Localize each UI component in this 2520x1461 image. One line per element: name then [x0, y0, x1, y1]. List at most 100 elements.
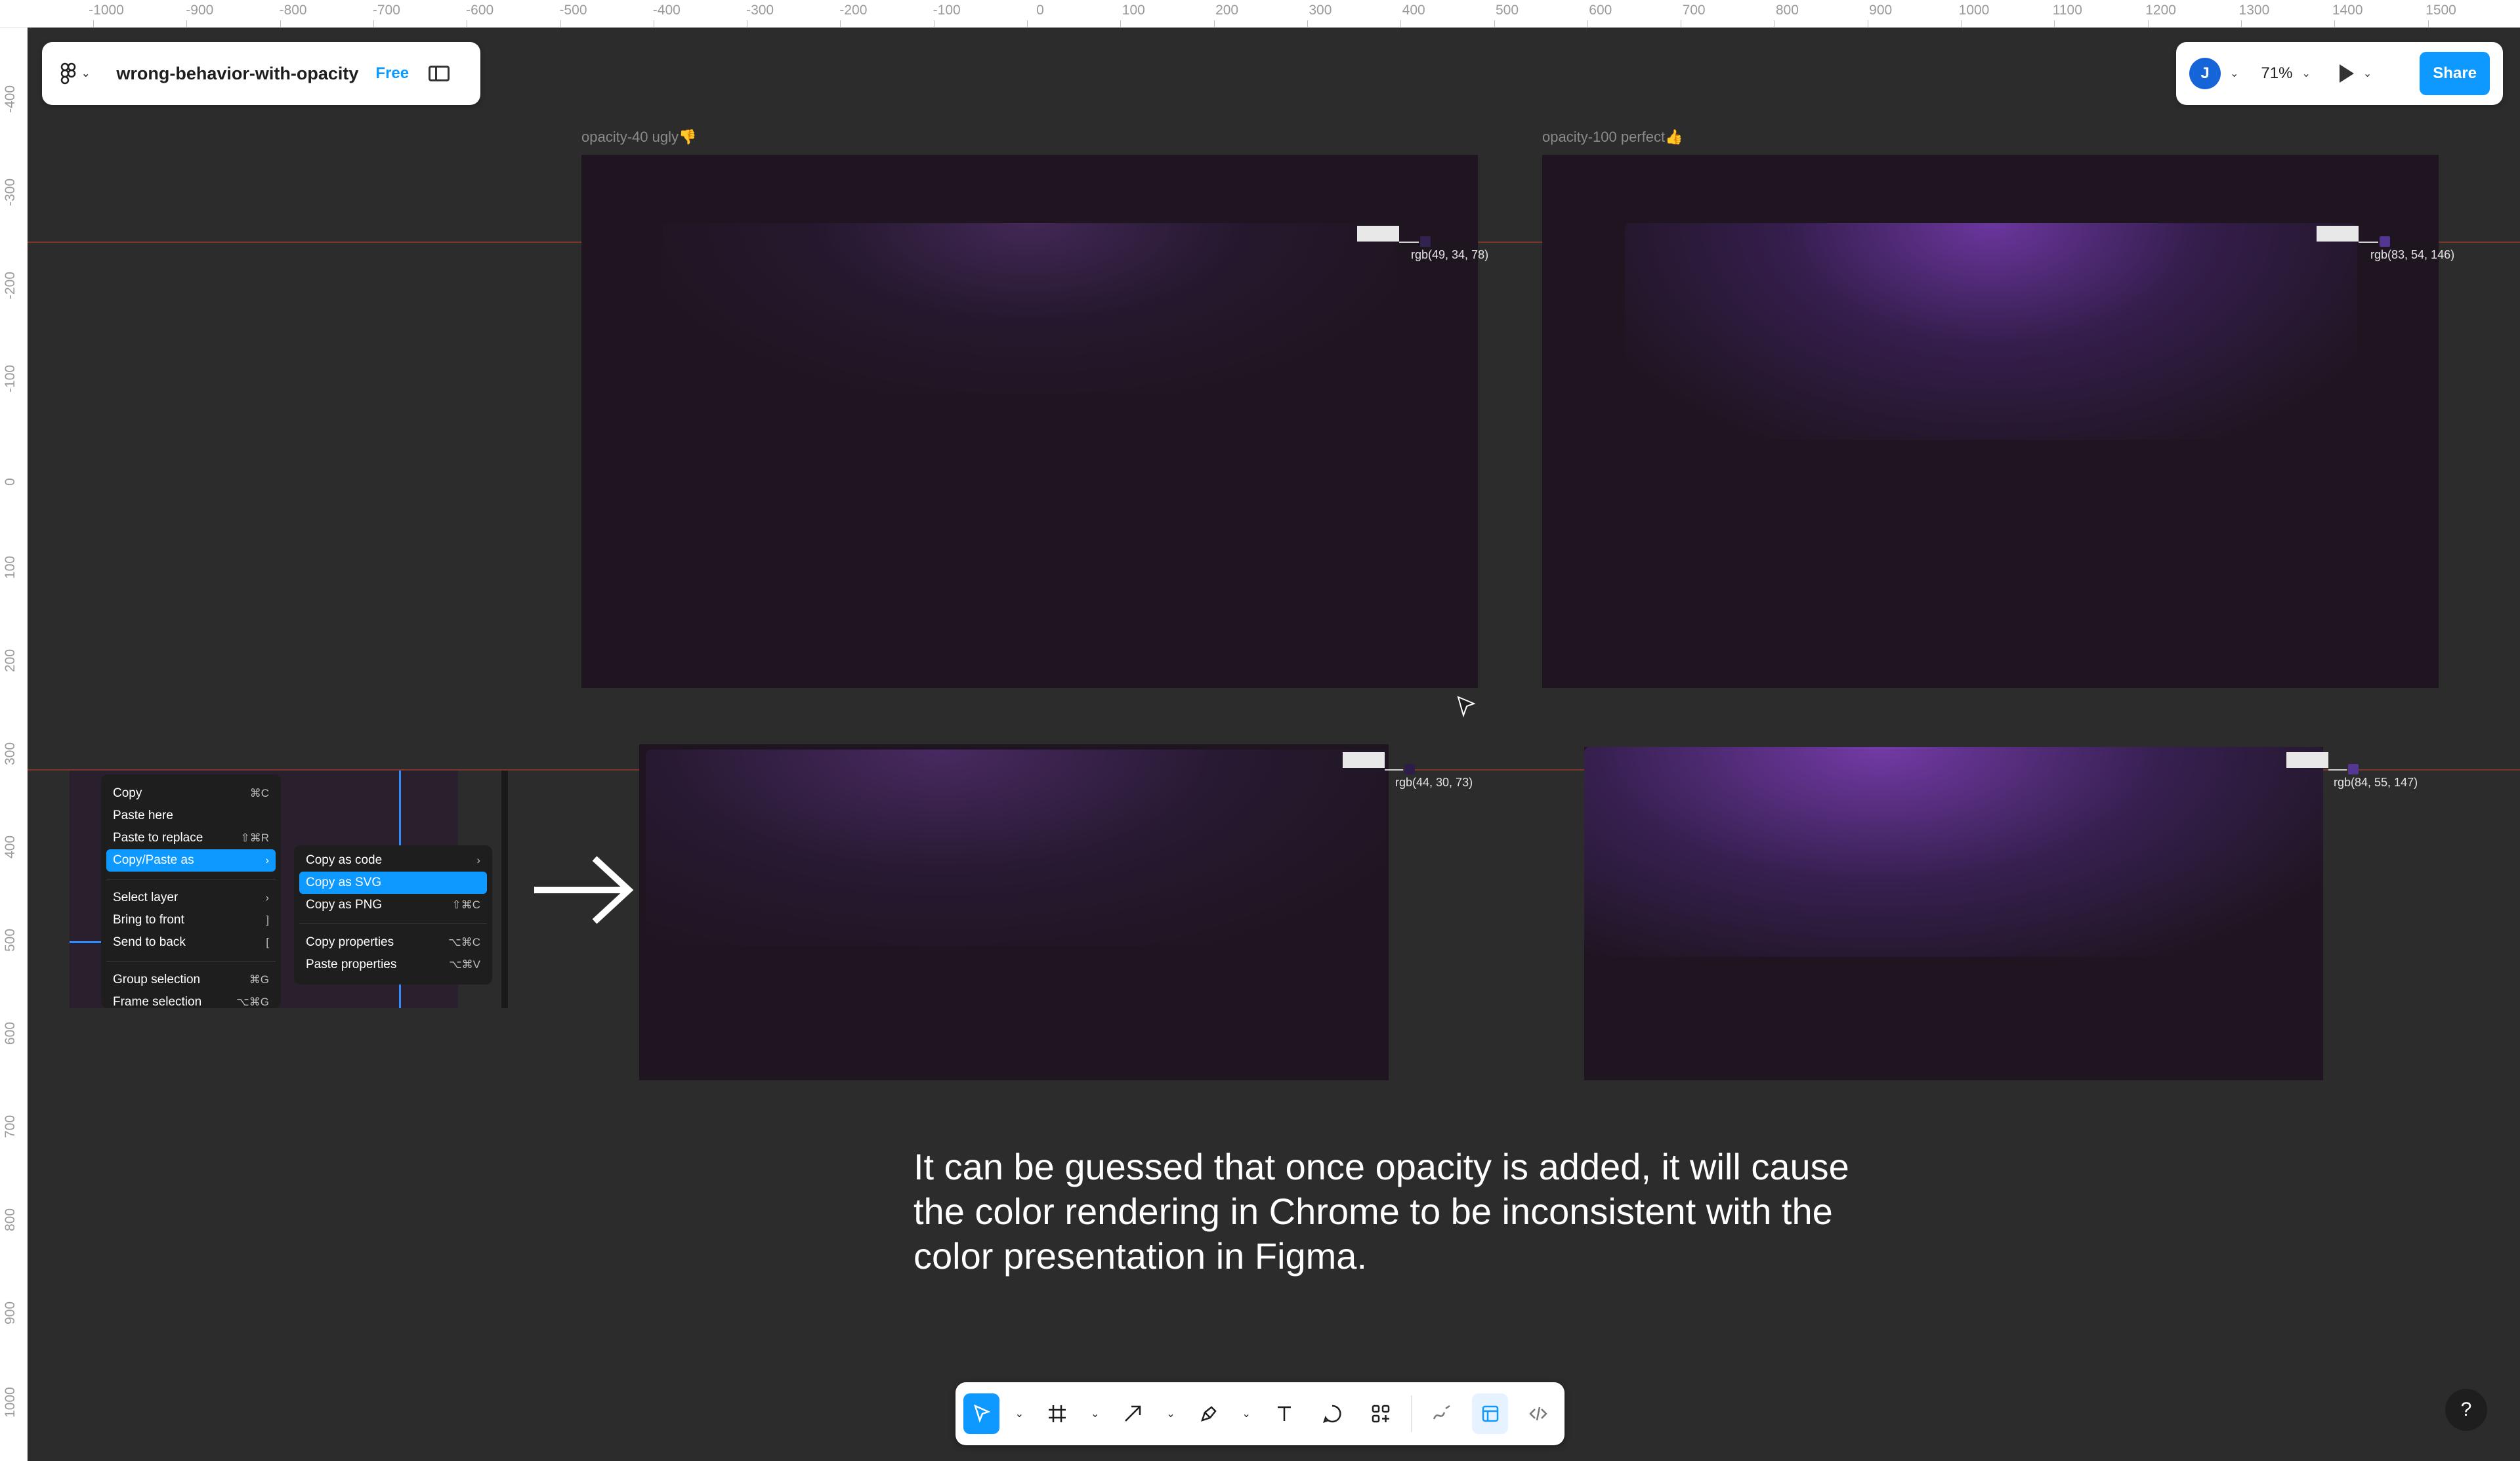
menu-item-paste-properties[interactable]: Paste properties ⌥⌘V — [299, 954, 487, 976]
color-dot — [1420, 236, 1431, 247]
caption-text[interactable]: It can be guessed that once opacity is a… — [914, 1145, 1898, 1279]
arrow-line-icon — [1125, 1405, 1141, 1422]
white-swatch — [2317, 226, 2359, 242]
ruler-tick-label: 0 — [3, 478, 18, 486]
share-button[interactable]: Share — [2420, 52, 2490, 95]
ruler-tick-label: 100 — [3, 555, 18, 579]
chevron-down-icon[interactable]: ⌄ — [2363, 67, 2372, 80]
frame-chrome-opacity40[interactable] — [639, 744, 1389, 1080]
ruler-tick-label: 100 — [1122, 3, 1145, 18]
color-dot — [2348, 764, 2359, 774]
comment-tool-button[interactable] — [1314, 1393, 1351, 1434]
toggle-sidebar-icon[interactable] — [429, 66, 450, 81]
menu-item-bring-to-front[interactable]: Bring to front] — [106, 909, 276, 931]
design-mode-button[interactable] — [1471, 1393, 1509, 1434]
ruler-tick-label: 500 — [1495, 3, 1519, 18]
arrow-right-icon — [534, 856, 634, 924]
chevron-down-icon[interactable]: ⌄ — [1011, 1393, 1027, 1434]
ruler-tick-label: 1200 — [2145, 3, 2176, 18]
color-dot — [1404, 764, 1415, 774]
white-swatch — [1343, 752, 1385, 768]
pointer-line — [1399, 242, 1419, 243]
menu-item-paste-here[interactable]: Paste here — [106, 805, 276, 827]
menu-item-copy-as-png[interactable]: Copy as PNG ⇧⌘C — [299, 894, 487, 916]
ruler-tick-label: 800 — [3, 1208, 18, 1231]
gradient-card — [646, 750, 1386, 946]
white-swatch — [1357, 226, 1399, 242]
text-tool-button[interactable] — [1266, 1393, 1302, 1434]
color-readout: rgb(49, 34, 78) — [1411, 248, 1489, 261]
ruler-tick — [373, 20, 374, 27]
ruler-tick-label: 300 — [3, 742, 18, 765]
ruler-tick-label: -300 — [746, 3, 774, 18]
frame-label-opacity40[interactable]: opacity-40 ugly👎 — [581, 129, 696, 146]
color-readout: rgb(84, 55, 147) — [2334, 776, 2418, 789]
ruler-tick-label: -600 — [466, 3, 494, 18]
menu-item-send-to-back[interactable]: Send to back[ — [106, 931, 276, 954]
ruler-tick — [1587, 20, 1588, 27]
ruler-tick-label: -200 — [3, 271, 18, 299]
color-dot — [2380, 236, 2390, 247]
pen-icon — [1200, 1406, 1217, 1422]
pointer-line — [2328, 769, 2347, 771]
menu-item-select-layer[interactable]: Select layer › — [106, 887, 276, 909]
ruler-tick-label: -500 — [559, 3, 587, 18]
chevron-down-icon[interactable]: ⌄ — [2230, 67, 2238, 80]
ruler-tick-label: 1100 — [2052, 3, 2082, 18]
left-ruler: -400 -300 -200 -100 0 100 200 300 400 500 600 700 80… — [0, 28, 28, 1461]
menu-item-paste-to-replace[interactable]: Paste to replace ⇧⌘R — [106, 827, 276, 849]
menu-item-copy-properties[interactable]: Copy properties ⌥⌘C — [299, 931, 487, 954]
ruler-tick — [1307, 20, 1308, 27]
avatar[interactable]: J — [2189, 58, 2221, 89]
plan-badge[interactable]: Free — [375, 64, 409, 83]
draw-mode-button[interactable] — [1424, 1393, 1460, 1434]
menu-item-copy-as-code[interactable]: Copy as code › — [299, 849, 487, 872]
ruler-tick-label: 400 — [1402, 3, 1425, 18]
context-menu: Copy ⌘C Paste here Paste to replace ⇧⌘R Co… — [101, 774, 281, 1008]
figma-logo-icon — [60, 62, 76, 85]
chevron-down-icon[interactable]: ⌄ — [2301, 67, 2310, 80]
ruler-tick-label: -300 — [3, 178, 18, 206]
frame-label-opacity100[interactable]: opacity-100 perfect👍 — [1542, 129, 1683, 146]
chevron-down-icon[interactable]: ⌄ — [1163, 1393, 1179, 1434]
move-tool-button[interactable] — [963, 1393, 1000, 1434]
help-button[interactable]: ? — [2445, 1389, 2487, 1431]
color-readout: rgb(83, 54, 146) — [2370, 248, 2455, 261]
file-toolbar: ⌄ wrong-behavior-with-opacity Free — [42, 42, 480, 105]
frame-tool-button[interactable] — [1039, 1393, 1075, 1434]
draw-mode-icon — [1433, 1405, 1450, 1420]
menu-item-frame-selection[interactable]: Frame selection ⌥⌘G — [106, 991, 276, 1008]
color-readout: rgb(44, 30, 73) — [1395, 776, 1473, 789]
pen-tool-button[interactable] — [1190, 1393, 1227, 1434]
frame-opacity100[interactable] — [1542, 155, 2439, 688]
main-menu-button[interactable]: ⌄ — [60, 62, 90, 85]
zoom-level[interactable]: 71% — [2261, 64, 2292, 83]
file-name[interactable]: wrong-behavior-with-opacity — [116, 64, 358, 84]
menu-item-copy-paste-as[interactable]: Copy/Paste as › — [106, 849, 276, 872]
shape-tool-button[interactable] — [1115, 1393, 1151, 1434]
ruler-tick — [2427, 20, 2429, 27]
ruler-tick-label: -1000 — [89, 3, 124, 18]
actions-tool-button[interactable] — [1362, 1393, 1398, 1434]
present-play-icon[interactable] — [2339, 64, 2354, 83]
frame-opacity40[interactable] — [581, 155, 1478, 688]
menu-item-group-selection[interactable]: Group selection ⌘G — [106, 969, 276, 991]
bottom-toolbar: ⌄ ⌄ ⌄ ⌄ — [956, 1382, 1564, 1445]
chevron-down-icon[interactable]: ⌄ — [1238, 1393, 1254, 1434]
ruler-tick — [2147, 20, 2149, 27]
gradient-card — [663, 223, 1395, 394]
frame-chrome-opacity100[interactable] — [1584, 747, 2323, 1080]
ruler-tick-label: 300 — [1309, 3, 1332, 18]
menu-item-copy[interactable]: Copy ⌘C — [106, 782, 276, 805]
right-toolbar: J ⌄ 71% ⌄ ⌄ Share — [2176, 42, 2503, 105]
move-cursor-icon — [973, 1404, 991, 1423]
menu-item-copy-as-svg[interactable]: Copy as SVG — [299, 872, 487, 894]
screenshot-edge — [501, 771, 508, 1008]
ruler-tick — [560, 20, 561, 27]
ruler-tick — [1494, 20, 1495, 27]
toolbar-divider — [1410, 1395, 1412, 1432]
ruler-tick-label: -400 — [652, 3, 681, 18]
ruler-tick-label: 400 — [3, 835, 18, 858]
dev-mode-button[interactable] — [1520, 1393, 1556, 1434]
chevron-down-icon[interactable]: ⌄ — [1087, 1393, 1103, 1434]
